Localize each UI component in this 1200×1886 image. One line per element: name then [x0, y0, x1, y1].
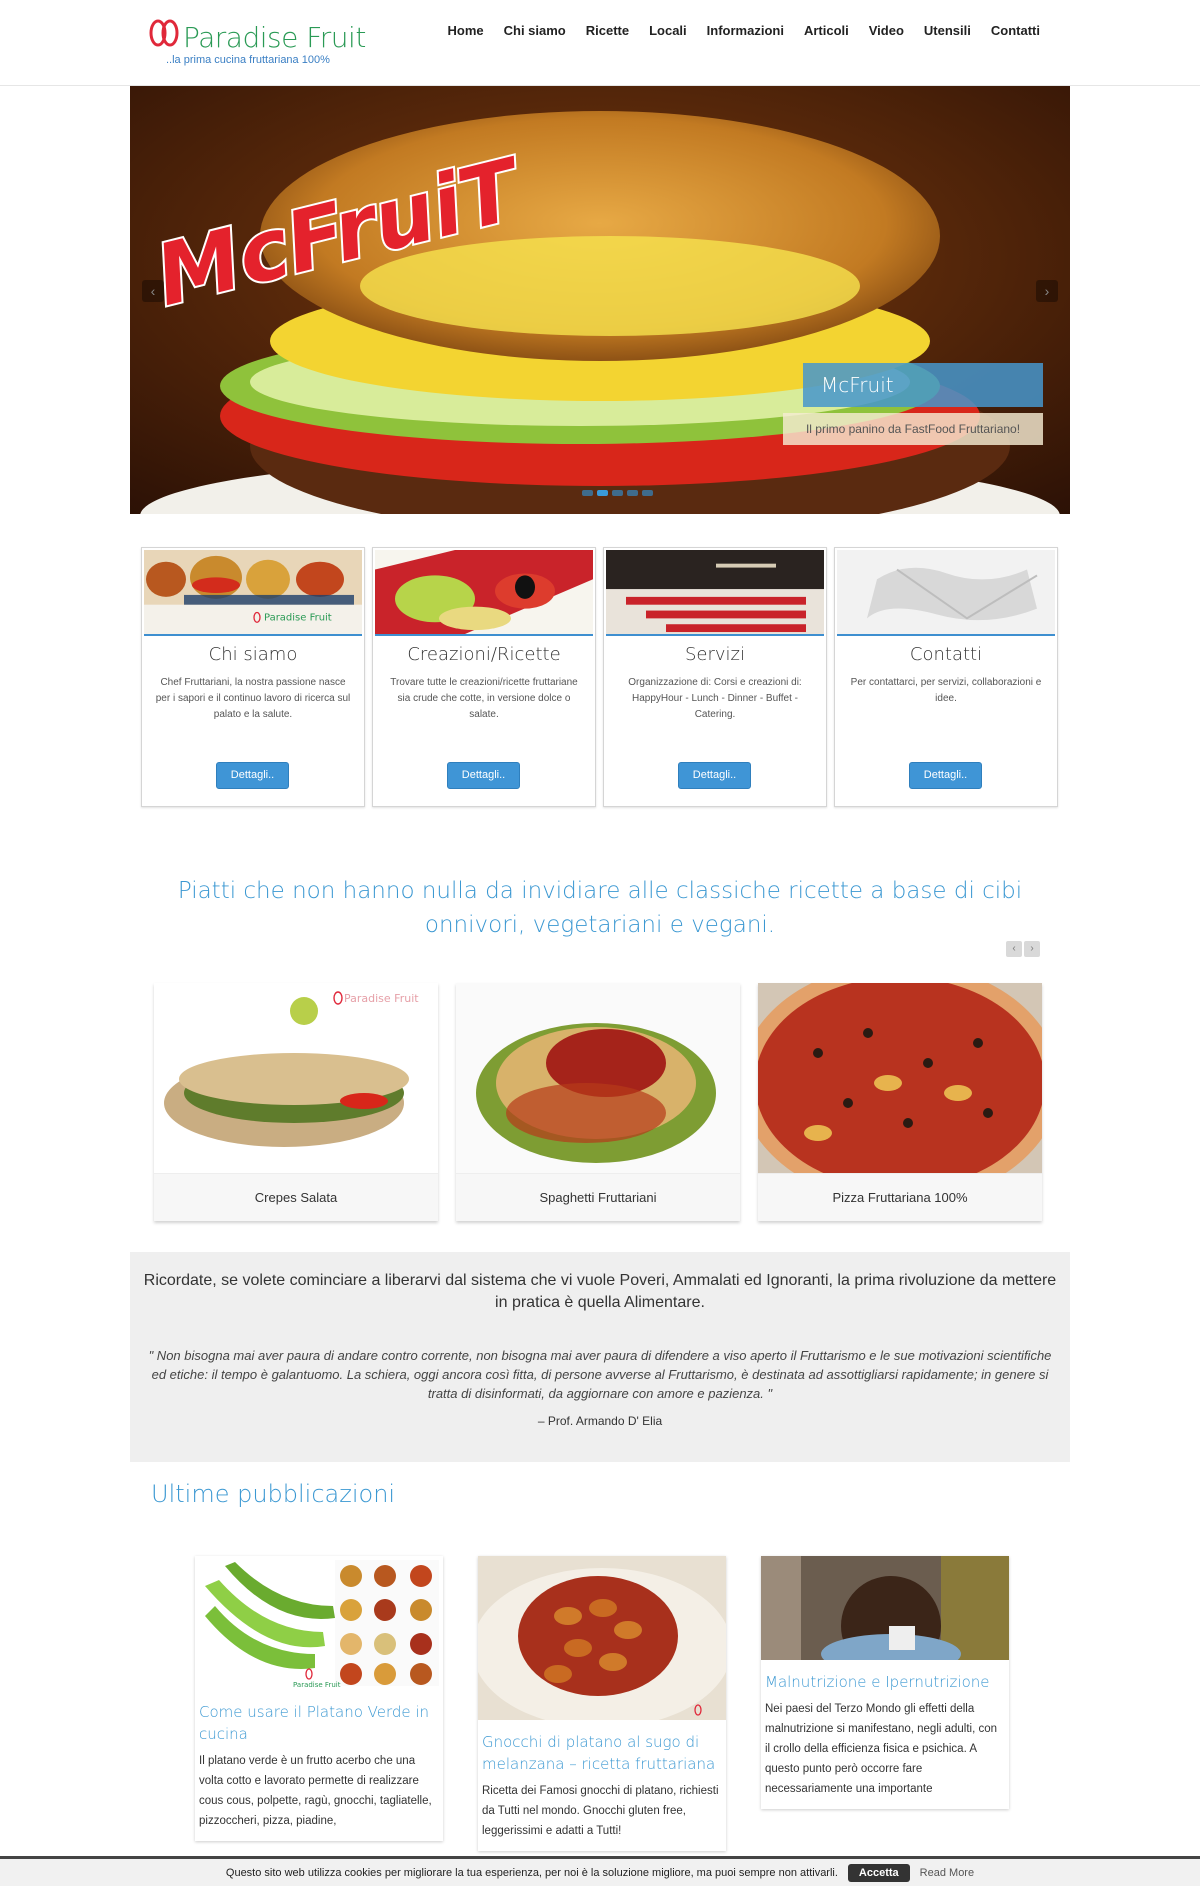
- post-card[interactable]: Gnocchi di platano al sugo di melanzana …: [472, 1556, 732, 1851]
- quote-body: " Non bisogna mai aver paura di andare c…: [148, 1348, 1052, 1401]
- post-excerpt: Ricetta dei Famosi gnocchi di platano, r…: [482, 1785, 719, 1837]
- latest-posts: Paradise Fruit Come usare il Platano Ver…: [195, 1556, 1010, 1856]
- recipe-name: Pizza Fruttariana 100%: [758, 1173, 1042, 1221]
- card-contatti: Contatti Per contattarci, per servizi, c…: [834, 547, 1058, 807]
- slider-dot[interactable]: [582, 490, 593, 496]
- card-image-chi-siamo: Paradise Fruit: [144, 550, 362, 636]
- post-title[interactable]: Malnutrizione e Ipernutrizione: [761, 1665, 1009, 1693]
- card-image-ricette: [375, 550, 593, 636]
- post-title[interactable]: Come usare il Platano Verde in cucina: [195, 1695, 443, 1745]
- card-text: Trovare tutte le creazioni/ricette frutt…: [390, 677, 578, 720]
- logo-tagline: ..la prima cucina fruttariana 100%: [166, 54, 330, 66]
- site-logo[interactable]: Paradise Fruit ..la prima cucina fruttar…: [148, 18, 368, 70]
- nav-locali[interactable]: Locali: [639, 22, 697, 40]
- post-card[interactable]: Paradise Fruit Come usare il Platano Ver…: [195, 1556, 443, 1841]
- card-title: Contatti: [909, 644, 983, 665]
- recipe-item[interactable]: Spaghetti Fruttariani: [456, 983, 740, 1221]
- latest-posts-title: Ultime pubblicazioni: [151, 1480, 396, 1508]
- slider-dots: [582, 490, 653, 496]
- nav-informazioni[interactable]: Informazioni: [697, 22, 794, 40]
- hero-burger-image: McFruiT: [130, 86, 1070, 514]
- post-image-gnocchi: [472, 1556, 732, 1728]
- paradise-fruit-logo-icon: [149, 19, 179, 47]
- hero-slider[interactable]: McFruiT ‹ › McFruit Il primo panino da F…: [130, 86, 1070, 514]
- nav-articoli[interactable]: Articoli: [794, 22, 859, 40]
- card-text: Organizzazione di: Corsi e creazioni di:…: [628, 677, 802, 720]
- slider-dot[interactable]: [627, 490, 638, 496]
- nav-contatti[interactable]: Contatti: [981, 22, 1050, 40]
- post-excerpt: Il platano verde è un frutto acerbo che …: [199, 1755, 432, 1827]
- post-excerpt: Nei paesi del Terzo Mondo gli effetti de…: [765, 1703, 998, 1795]
- carousel-next-icon[interactable]: ›: [1024, 941, 1040, 957]
- card-chi-siamo: Paradise Fruit Chi siamo Chef Fruttarian…: [141, 547, 365, 807]
- nav-home[interactable]: Home: [437, 22, 493, 40]
- nav-ricette[interactable]: Ricette: [576, 22, 639, 40]
- post-image-label: Paradise Fruit: [293, 1681, 341, 1689]
- recipe-watermark: Paradise Fruit: [344, 992, 419, 1005]
- recipe-image-crepes: Paradise Fruit: [154, 983, 438, 1173]
- card-text: Per contattarci, per servizi, collaboraz…: [850, 677, 1042, 704]
- card-title: Chi siamo: [208, 644, 298, 665]
- details-button[interactable]: Dettagli..: [678, 762, 751, 789]
- quote-box: Ricordate, se volete cominciare a libera…: [130, 1252, 1070, 1462]
- post-image-malnutrizione: [761, 1556, 1009, 1676]
- recipe-name: Crepes Salata: [154, 1173, 438, 1221]
- details-button[interactable]: Dettagli..: [909, 762, 982, 789]
- card-creazioni-ricette: Creazioni/Ricette Trovare tutte le creaz…: [372, 547, 596, 807]
- slide-caption-subtitle: Il primo panino da FastFood Fruttariano!: [783, 413, 1043, 445]
- slider-prev-arrow-icon[interactable]: ‹: [142, 280, 164, 302]
- quote-author: – Prof. Armando D' Elia: [537, 1414, 663, 1428]
- nav-utensili[interactable]: Utensili: [914, 22, 981, 40]
- card-title: Creazioni/Ricette: [407, 644, 561, 665]
- slider-dot[interactable]: [642, 490, 653, 496]
- page: Paradise Fruit ..la prima cucina fruttar…: [0, 0, 1200, 1886]
- post-card[interactable]: Malnutrizione e Ipernutrizione Nei paesi…: [761, 1556, 1009, 1809]
- svg-text:Paradise Fruit: Paradise Fruit: [264, 612, 332, 623]
- details-button[interactable]: Dettagli..: [447, 762, 520, 789]
- recipe-image-spaghetti: [456, 983, 740, 1173]
- card-servizi: Servizi Organizzazione di: Corsi e creaz…: [603, 547, 827, 807]
- card-image-servizi: [606, 550, 824, 636]
- recipes-tagline: Piatti che non hanno nulla da invidiare …: [177, 878, 1023, 938]
- recipe-item[interactable]: Pizza Fruttariana 100%: [758, 983, 1042, 1221]
- cookie-accept-button[interactable]: Accetta: [847, 1863, 910, 1882]
- recipe-item[interactable]: Paradise Fruit Crepes Salata: [154, 983, 438, 1221]
- carousel-prev-icon[interactable]: ‹: [1006, 941, 1022, 957]
- recipes-carousel-controls: ‹ ›: [1006, 941, 1040, 957]
- post-title[interactable]: Gnocchi di platano al sugo di melanzana …: [478, 1725, 726, 1775]
- recipe-image-pizza: [758, 983, 1042, 1173]
- quote-lead: Ricordate, se volete cominciare a libera…: [143, 1272, 1057, 1311]
- cookie-text: Questo sito web utilizza cookies per mig…: [225, 1866, 838, 1879]
- card-title: Servizi: [684, 644, 745, 665]
- nav-chi-siamo[interactable]: Chi siamo: [494, 22, 576, 40]
- slide-caption-title: McFruit: [803, 363, 1043, 407]
- slider-dot[interactable]: [612, 490, 623, 496]
- cookie-bar: Questo sito web utilizza cookies per mig…: [0, 1856, 1200, 1886]
- site-header: Paradise Fruit ..la prima cucina fruttar…: [0, 0, 1200, 86]
- logo-text: Paradise Fruit: [183, 21, 366, 54]
- nav-video[interactable]: Video: [859, 22, 914, 40]
- card-image-contatti: [837, 550, 1055, 636]
- main-nav: Home Chi siamo Ricette Locali Informazio…: [437, 22, 1050, 40]
- details-button[interactable]: Dettagli..: [216, 762, 289, 789]
- feature-cards: Paradise Fruit Chi siamo Chef Fruttarian…: [141, 547, 1059, 807]
- card-text: Chef Fruttariani, la nostra passione nas…: [155, 677, 351, 720]
- slider-next-arrow-icon[interactable]: ›: [1036, 280, 1058, 302]
- post-image-platano: Paradise Fruit: [195, 1556, 443, 1690]
- recipes-carousel: Paradise Fruit Crepes Salata Spaghetti F…: [154, 983, 1042, 1223]
- slider-dot[interactable]: [597, 490, 608, 496]
- recipe-name: Spaghetti Fruttariani: [456, 1173, 740, 1221]
- cookie-read-more-link[interactable]: Read More: [920, 1867, 974, 1879]
